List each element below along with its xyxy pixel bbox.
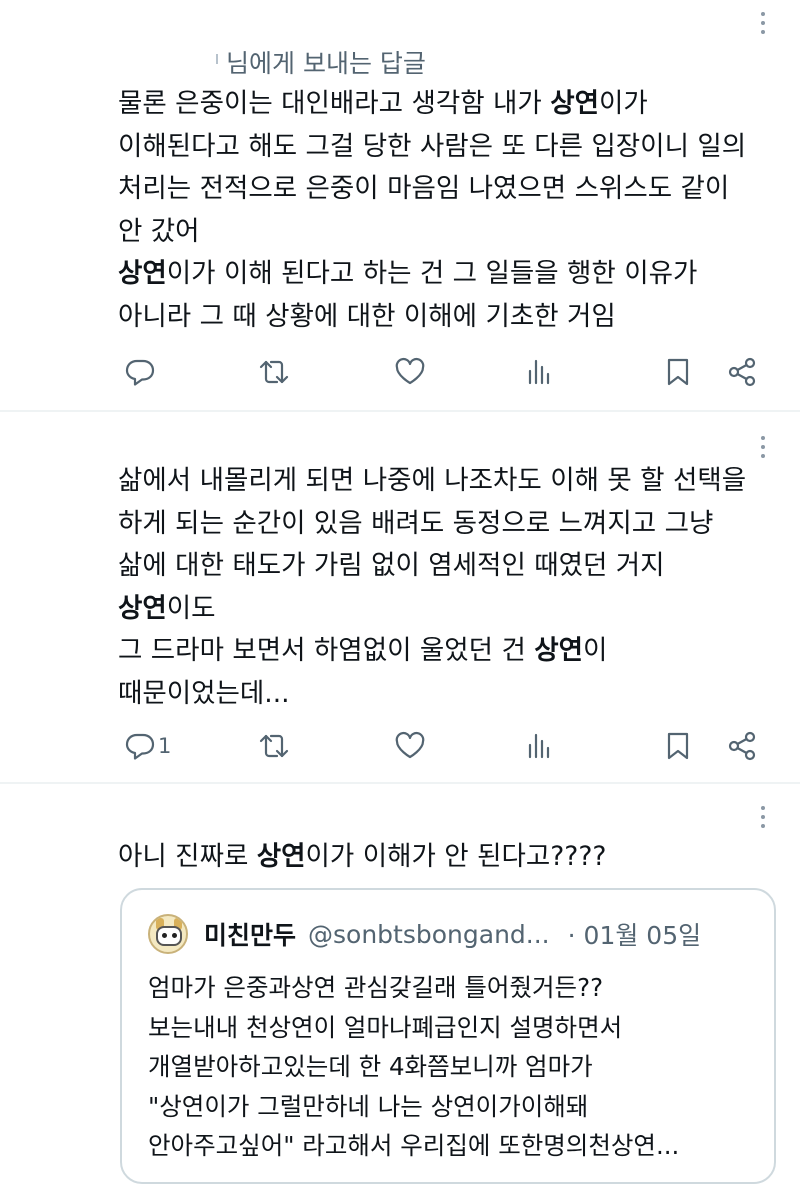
tweet-line: 삶에 대한 태도가 가림 없이 염세적인 때였던 거지 (118, 550, 665, 581)
more-icon[interactable] (756, 12, 770, 34)
views-icon (528, 733, 550, 759)
quote-author-name[interactable]: 미친만두 (204, 916, 296, 952)
tweet-line: 아니라 그 때 상황에 대한 이해에 기초한 거임 (118, 300, 616, 332)
share-icon (728, 357, 756, 387)
bookmark-button[interactable] (662, 726, 694, 766)
more-icon[interactable] (756, 436, 770, 458)
quote-line: 보는내내 천상연이 얼마나폐급인지 설명하면서 (148, 1012, 623, 1042)
action-bar (0, 352, 800, 392)
tweet-line: 상연이도 (118, 592, 216, 624)
retweet-button[interactable] (258, 352, 290, 392)
reply-count: 1 (158, 734, 172, 758)
share-button[interactable] (726, 726, 758, 766)
tweet-line: 이해된다고 해도 그걸 당한 사람은 또 다른 입장이니 일의 (118, 130, 747, 162)
tweet-line: 삶에서 내몰리게 되면 나중에 나조차도 이해 못 할 선택을 (118, 465, 747, 496)
retweet-icon (259, 734, 289, 758)
tweet-2[interactable]: 삶에서 내몰리게 되면 나중에 나조차도 이해 못 할 선택을 하게 되는 순간… (0, 412, 800, 782)
action-bar: 1 (0, 726, 800, 766)
tweet-line: 아니 진짜로 상연이가 이해가 안 된다고???? (118, 841, 607, 872)
reply-icon (125, 359, 155, 386)
quote-line: "상연이가 그럴만하네 나는 상연이가이해돼 (148, 1091, 589, 1121)
retweet-icon (259, 360, 289, 384)
reply-to-mark (216, 54, 218, 64)
tweet-line: 그 드라마 보면서 하염없이 울었던 건 상연이 (118, 635, 608, 666)
retweet-button[interactable] (258, 726, 290, 766)
tweet-line: 상연이가 이해 된다고 하는 건 그 일들을 행한 이유가 (118, 258, 698, 289)
reply-to-text: 님에게 보내는 답글 (226, 49, 426, 78)
quote-line: 개열받아하고있는데 한 4화쯤보니까 엄마가 (148, 1052, 593, 1081)
tweet-line: 물론 은중이는 대인배라고 생각함 내가 상연이가 (118, 88, 648, 119)
quote-text: 엄마가 은중과상연 관심갖길래 틀어줬거든?? 보는내내 천상연이 얼마나폐급인… (148, 968, 679, 1166)
heart-icon (395, 731, 425, 759)
quote-line: 엄마가 은중과상연 관심갖길래 틀어줬거든?? (148, 973, 604, 1002)
tweet-line: 때문이었는데... (118, 677, 290, 709)
tweet-text: 아니 진짜로 상연이가 이해가 안 된다고???? (118, 836, 606, 879)
bookmark-icon (667, 732, 689, 760)
heart-icon (395, 357, 425, 385)
views-button[interactable] (524, 352, 556, 392)
quoted-tweet[interactable]: 미친만두 @sonbtsbongand... · 01월 05일 엄마가 은중과… (120, 888, 776, 1184)
bookmark-icon (667, 358, 689, 386)
reply-button[interactable]: 1 (124, 726, 171, 766)
tweet-line: 안 갔어 (118, 215, 200, 247)
share-icon (728, 731, 756, 761)
reply-button[interactable] (124, 352, 156, 392)
tweet-line: 하게 되는 순간이 있음 배려도 동정으로 느껴지고 그냥 (118, 507, 714, 539)
quote-header: 미친만두 @sonbtsbongand... · 01월 05일 (148, 912, 701, 956)
views-button[interactable] (524, 726, 556, 766)
views-icon (528, 359, 550, 385)
bookmark-button[interactable] (662, 352, 694, 392)
avatar-icon[interactable] (148, 914, 188, 954)
quote-date: · 01월 05일 (567, 921, 702, 950)
divider (0, 782, 800, 784)
tweet-line: 처리는 전적으로 은중이 마음임 나였으면 스위스도 같이 (118, 173, 730, 204)
reply-to-label: 님에게 보내는 답글 (216, 44, 426, 80)
tweet-text: 삶에서 내몰리게 되면 나중에 나조차도 이해 못 할 선택을 하게 되는 순간… (118, 460, 746, 715)
tweet-1[interactable]: 님에게 보내는 답글 물론 은중이는 대인배라고 생각함 내가 상연이가 이해된… (0, 0, 800, 410)
share-button[interactable] (726, 352, 758, 392)
like-button[interactable] (394, 726, 426, 766)
tweet-text: 물론 은중이는 대인배라고 생각함 내가 상연이가 이해된다고 해도 그걸 당한… (118, 83, 746, 338)
reply-icon (125, 733, 155, 760)
quote-line: 안아주고싶어" 라고해서 우리집에 또한명의천상연... (148, 1131, 680, 1160)
like-button[interactable] (394, 352, 426, 392)
quote-author-handle[interactable]: @sonbtsbongand... (308, 920, 550, 949)
more-icon[interactable] (756, 806, 770, 828)
